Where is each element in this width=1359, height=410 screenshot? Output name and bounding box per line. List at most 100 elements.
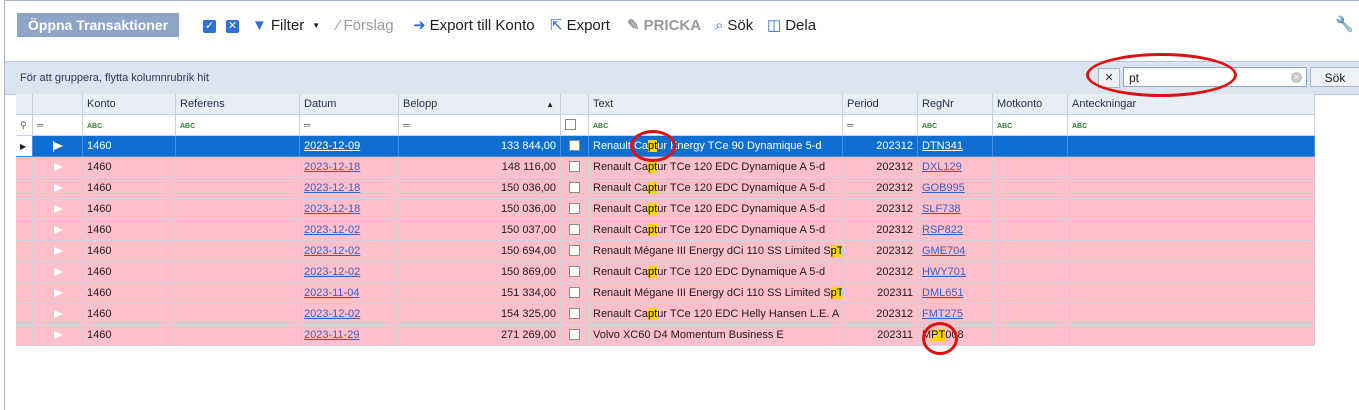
deselect-all-checkbox[interactable]: ✕ — [226, 15, 239, 37]
filter-regnr[interactable]: ABC — [918, 115, 993, 136]
cell-regnr: HWY701 — [918, 262, 993, 283]
cell-referens — [176, 220, 300, 241]
text-pre: Renault Ca — [593, 308, 649, 320]
table-row[interactable]: 1460 2023-11-29 271 269,00 Volvo XC60 D4 Mo… — [16, 325, 1315, 346]
flag-cell[interactable] — [33, 241, 83, 262]
clear-icon[interactable]: ✕ — [1291, 72, 1302, 83]
column-header-motkonto[interactable]: Motkonto — [993, 94, 1068, 115]
share-button[interactable]: ◫ Dela — [767, 15, 816, 37]
search-button-toolbar[interactable]: ⌕ Sök — [715, 15, 753, 37]
date-link[interactable]: 2023-12-18 — [304, 161, 360, 173]
select-all-checkbox[interactable]: ✓ — [203, 15, 216, 37]
table-row[interactable]: 1460 2023-12-18 148 116,00 Renault Captur T… — [16, 157, 1315, 178]
row-checkbox[interactable] — [569, 223, 580, 235]
date-link[interactable]: 2023-12-02 — [304, 245, 360, 257]
filter-button[interactable]: ▼ Filter ▼ — [252, 15, 320, 37]
row-checkbox[interactable] — [569, 328, 580, 340]
regnr-link[interactable]: HWY701 — [922, 266, 966, 278]
regnr-link[interactable]: DXL129 — [922, 161, 962, 173]
date-link[interactable]: 2023-12-09 — [304, 140, 360, 152]
date-link[interactable]: 2023-11-29 — [304, 329, 359, 341]
date-link[interactable]: 2023-12-02 — [304, 266, 360, 278]
regnr-link[interactable]: SLF738 — [922, 203, 961, 215]
row-checkbox-cell[interactable] — [561, 178, 589, 199]
row-checkbox[interactable] — [569, 307, 580, 319]
regnr-link[interactable]: FMT275 — [922, 308, 963, 320]
flag-cell[interactable] — [33, 157, 83, 178]
filter-referens[interactable]: ABC — [176, 115, 300, 136]
regnr-link[interactable]: RSP822 — [922, 224, 963, 236]
pricka-button[interactable]: ✎ PRICKA — [627, 15, 701, 37]
filter-period[interactable]: ═ — [843, 115, 918, 136]
row-checkbox[interactable] — [569, 139, 580, 151]
cell-konto: 1460 — [83, 178, 176, 199]
flag-cell[interactable] — [33, 199, 83, 220]
column-header-anteckningar[interactable]: Anteckningar — [1068, 94, 1315, 115]
table-row[interactable]: 1460 2023-12-02 154 325,00 Renault Captur T… — [16, 304, 1315, 325]
row-checkbox-cell[interactable] — [561, 283, 589, 304]
row-checkbox[interactable] — [569, 202, 580, 214]
flag-cell[interactable] — [33, 262, 83, 283]
search-highlight: pT — [830, 245, 843, 257]
table-row[interactable]: 1460 2023-12-02 150 694,00 Renault Mégane I… — [16, 241, 1315, 262]
row-checkbox-cell[interactable] — [561, 325, 589, 346]
filter-anteckningar[interactable]: ABC — [1068, 115, 1315, 136]
row-checkbox-cell[interactable] — [561, 220, 589, 241]
flag-cell[interactable] — [33, 136, 83, 157]
date-link[interactable]: 2023-12-18 — [304, 203, 360, 215]
flag-cell[interactable] — [33, 304, 83, 325]
filter-datum[interactable]: ═ — [300, 115, 399, 136]
column-header-referens[interactable]: Referens — [176, 94, 300, 115]
export-button[interactable]: ⇱ Export — [550, 15, 610, 37]
export-to-account-label: Export till Konto — [429, 17, 535, 34]
filter-text[interactable]: ABC — [589, 115, 843, 136]
row-checkbox-cell[interactable] — [561, 199, 589, 220]
flag-cell[interactable] — [33, 178, 83, 199]
regnr-link[interactable]: DML651 — [922, 287, 964, 299]
row-checkbox-cell[interactable] — [561, 262, 589, 283]
flag-cell[interactable] — [33, 283, 83, 304]
column-header-konto[interactable]: Konto — [83, 94, 176, 115]
row-checkbox[interactable] — [569, 160, 580, 172]
search-button[interactable]: Sök — [1310, 67, 1359, 87]
column-header-period[interactable]: Period — [843, 94, 918, 115]
annotation-circle-text-match — [630, 130, 676, 162]
filter-checkbox[interactable] — [561, 115, 589, 136]
row-checkbox-cell[interactable] — [561, 157, 589, 178]
column-header-regnr[interactable]: RegNr — [918, 94, 993, 115]
date-link[interactable]: 2023-11-04 — [304, 287, 359, 299]
cell-datum: 2023-12-02 — [300, 241, 399, 262]
cell-text: Renault Mégane III Energy dCi 110 SS Lim… — [589, 283, 843, 304]
flag-cell[interactable] — [33, 220, 83, 241]
date-link[interactable]: 2023-12-02 — [304, 308, 360, 320]
filter-motkonto[interactable]: ABC — [993, 115, 1068, 136]
export-to-account-button[interactable]: ➜ Export till Konto — [413, 15, 535, 37]
table-row[interactable]: 1460 2023-12-18 150 036,00 Renault Captur T… — [16, 199, 1315, 220]
column-header-datum[interactable]: Datum — [300, 94, 399, 115]
row-checkbox[interactable] — [569, 181, 580, 193]
filter-flag[interactable]: ═ — [33, 115, 83, 136]
suggest-button[interactable]: ⁄ Förslag — [337, 15, 394, 37]
regnr-link[interactable]: DTN341 — [922, 140, 963, 152]
table-row[interactable]: 1460 2023-12-02 150 869,00 Renault Captur T… — [16, 262, 1315, 283]
row-checkbox[interactable] — [569, 244, 580, 256]
flag-cell[interactable] — [33, 325, 83, 346]
table-row[interactable]: 1460 2023-12-02 150 037,00 Renault Captur T… — [16, 220, 1315, 241]
filter-belopp[interactable]: ═ — [399, 115, 561, 136]
regnr-link[interactable]: GME704 — [922, 245, 965, 257]
regnr-link[interactable]: GOB995 — [922, 182, 965, 194]
column-header-text[interactable]: Text — [589, 94, 843, 115]
table-row[interactable]: 1460 2023-12-18 150 036,00 Renault Captur T… — [16, 178, 1315, 199]
date-link[interactable]: 2023-12-02 — [304, 224, 360, 236]
cell-text: Renault Captur TCe 120 EDC Dynamique A 5… — [589, 178, 843, 199]
wrench-icon[interactable]: 🔧 — [1335, 15, 1354, 33]
row-checkbox-cell[interactable] — [561, 136, 589, 157]
table-row[interactable]: 1460 2023-11-04 151 334,00 Renault Mégane I… — [16, 283, 1315, 304]
column-header-belopp[interactable]: Belopp ▲ — [399, 94, 561, 115]
filter-konto[interactable]: ABC — [83, 115, 176, 136]
row-checkbox-cell[interactable] — [561, 241, 589, 262]
date-link[interactable]: 2023-12-18 — [304, 182, 360, 194]
row-checkbox[interactable] — [569, 286, 580, 298]
row-checkbox-cell[interactable] — [561, 304, 589, 325]
row-checkbox[interactable] — [569, 265, 580, 277]
